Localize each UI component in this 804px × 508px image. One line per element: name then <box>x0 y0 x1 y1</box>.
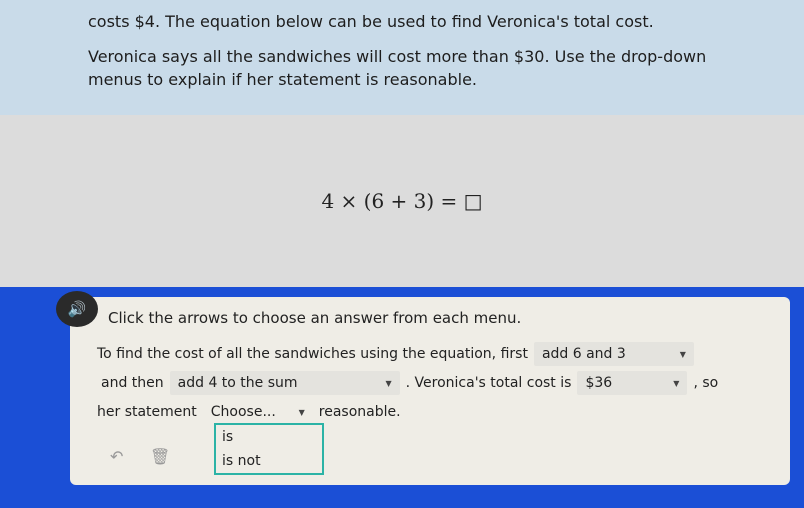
dropdown-menu: is is not <box>214 423 324 475</box>
chevron-down-icon: ▼ <box>298 407 305 417</box>
dropdown-value: $36 <box>585 375 613 391</box>
chevron-down-icon: ▼ <box>385 378 392 388</box>
sentence-part: . Veronica's total cost is <box>405 375 572 391</box>
trash-icon[interactable]: 🗑 <box>150 447 170 466</box>
chevron-down-icon: ▼ <box>673 378 680 388</box>
dropdown-value: add 6 and 3 <box>541 346 626 362</box>
dropdown-total-cost[interactable]: $36 ▼ <box>577 371 688 395</box>
dropdown-reasonable[interactable]: Choose... ▼ <box>202 400 313 424</box>
problem-line-1: costs $4. The equation below can be used… <box>88 12 654 31</box>
speaker-icon[interactable]: 🔊 <box>56 291 98 327</box>
dropdown-value: add 4 to the sum <box>177 375 298 391</box>
problem-text: costs $4. The equation below can be used… <box>0 0 804 115</box>
dropdown-second-step[interactable]: add 4 to the sum ▼ <box>169 371 400 395</box>
equation: 4 × (6 + 3) = □ <box>321 189 483 213</box>
equation-panel: 4 × (6 + 3) = □ <box>0 115 804 287</box>
sentence-part: reasonable. <box>318 404 401 420</box>
undo-icon[interactable]: ↶ <box>110 447 123 466</box>
option-is[interactable]: is <box>216 425 322 449</box>
dropdown-value: Choose... <box>210 404 276 420</box>
problem-line-2: Veronica says all the sandwiches will co… <box>88 47 707 89</box>
sentence-part: , so <box>693 375 719 391</box>
option-is-not[interactable]: is not <box>216 449 322 473</box>
chevron-down-icon: ▼ <box>679 349 686 359</box>
sentence-part: and then <box>101 375 164 391</box>
dropdown-first-step[interactable]: add 6 and 3 ▼ <box>533 342 694 366</box>
instruction: Click the arrows to choose an answer fro… <box>108 309 522 327</box>
answer-card: 🔊 Click the arrows to choose an answer f… <box>56 291 790 485</box>
sentence-part: her statement <box>97 404 197 420</box>
sentence-part: To find the cost of all the sandwiches u… <box>97 346 528 362</box>
